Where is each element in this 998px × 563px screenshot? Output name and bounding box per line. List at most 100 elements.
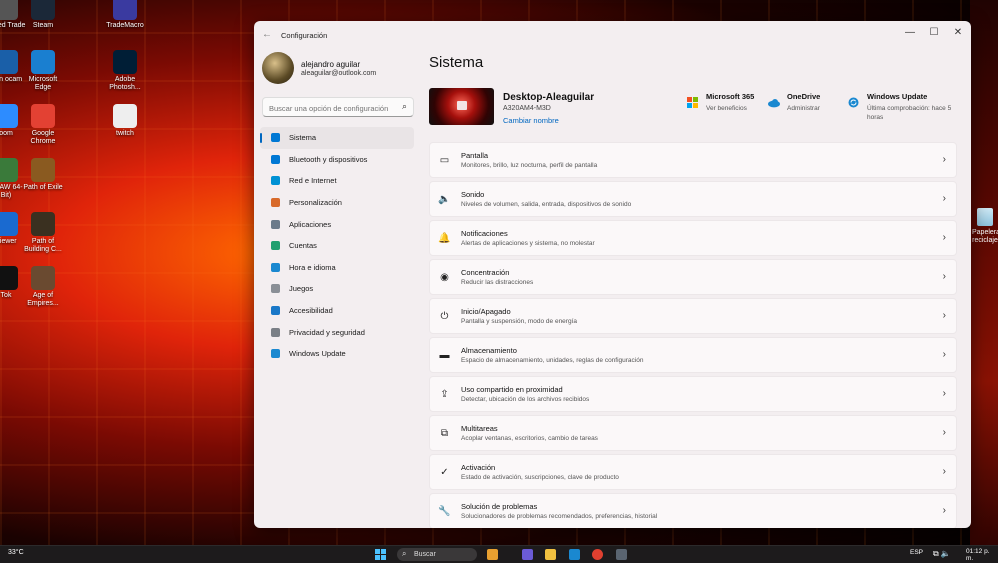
desktop-icon[interactable]: Steam xyxy=(23,0,63,30)
chevron-right-icon: › xyxy=(942,466,946,477)
card-title: Pantalla xyxy=(461,151,489,160)
card-subtitle: Espacio de almacenamiento, unidades, reg… xyxy=(461,357,644,364)
desktop-icon[interactable]: Age of Empires... xyxy=(23,266,63,308)
settings-card[interactable]: ▭ Pantalla Monitores, brillo, luz nocturna… xyxy=(429,142,957,178)
sidebar-item-label: Personalización xyxy=(289,198,342,208)
sidebar-item-windows-update[interactable]: Windows Update xyxy=(260,343,414,365)
search-input[interactable] xyxy=(263,100,393,117)
sidebar-item-sistema[interactable]: Sistema xyxy=(260,127,414,149)
search-icon[interactable]: ⌕ xyxy=(402,101,407,112)
weather-widget[interactable]: 33°C xyxy=(8,549,24,556)
multitask-icon: ⧉ xyxy=(440,428,449,439)
back-arrow-icon[interactable]: ← xyxy=(262,29,272,40)
settings-card[interactable]: 🔧 Solución de problemas Solucionadores de … xyxy=(429,493,957,528)
settings-card[interactable]: ⧉ Multitareas Acoplar ventanas, escritorio… xyxy=(429,415,957,451)
bluetooth-icon xyxy=(269,153,281,165)
desktop-icon[interactable]: twitch xyxy=(105,104,145,138)
system-tray-icons[interactable]: ⧉🔈 xyxy=(933,549,953,559)
maximize-button[interactable]: ☐ xyxy=(922,26,946,40)
desktop-icon[interactable]: TradeMacro xyxy=(105,0,145,30)
sidebar-item-hora-e-idioma[interactable]: Hora e idioma xyxy=(260,257,414,279)
desktop-icon[interactable]: Path of Building C... xyxy=(23,212,63,254)
search-box: ⌕ xyxy=(262,97,414,117)
desktop-icon-label: Adobe Photosh... xyxy=(109,76,141,91)
desktop-icon-image xyxy=(31,158,55,182)
settings-card[interactable]: ▬ Almacenamiento Espacio de almacenamiento… xyxy=(429,337,957,373)
desktop-icon-image xyxy=(31,104,55,128)
desktop-icon-label: Microsoft Edge xyxy=(28,76,58,91)
mail-icon[interactable] xyxy=(569,549,580,560)
file-explorer-icon[interactable] xyxy=(545,549,556,560)
taskbar-search[interactable]: ⌕ Buscar xyxy=(397,548,477,561)
check-circle-icon: ✓ xyxy=(440,467,449,478)
desktop-icon-label: Age of Empires... xyxy=(27,292,59,307)
settings-gear-icon[interactable] xyxy=(616,549,627,560)
chevron-right-icon: › xyxy=(942,427,946,438)
apps-icon xyxy=(269,218,281,230)
card-subtitle: Alertas de aplicaciones y sistema, no mo… xyxy=(461,240,595,247)
sidebar-item-label: Cuentas xyxy=(289,241,317,251)
start-button-icon[interactable] xyxy=(375,549,386,560)
monitor-icon xyxy=(269,132,281,144)
update-icon xyxy=(848,95,859,108)
desktop-icon[interactable]: Microsoft Edge xyxy=(23,50,63,92)
service-sub: Última comprobación: hace 5 horas xyxy=(867,105,952,121)
desktop-icon[interactable]: Path of Exile xyxy=(23,158,63,192)
close-button[interactable]: ✕ xyxy=(946,26,970,40)
card-title: Multitareas xyxy=(461,424,498,433)
minimize-button[interactable]: — xyxy=(898,26,922,40)
language-indicator[interactable]: ESP xyxy=(910,549,923,556)
card-title: Uso compartido en proximidad xyxy=(461,385,563,394)
settings-card[interactable]: ✓ Activación Estado de activación, suscrip… xyxy=(429,454,957,490)
clock[interactable]: 01:12 p. m. xyxy=(966,548,998,562)
desktop-icon-label: twitch xyxy=(116,130,134,137)
settings-card[interactable]: 🔔 Notificaciones Alertas de aplicaciones y… xyxy=(429,220,957,256)
avatar[interactable] xyxy=(262,52,294,84)
desktop-icon-image xyxy=(31,0,55,20)
sidebar-item-aplicaciones[interactable]: Aplicaciones xyxy=(260,213,414,235)
recycle-bin-icon[interactable]: Papelera reciclaje xyxy=(972,208,998,245)
taskbar-app-icon[interactable] xyxy=(522,549,533,560)
card-title: Concentración xyxy=(461,268,510,277)
chrome-icon[interactable] xyxy=(592,549,603,560)
focus-icon: ◉ xyxy=(440,272,449,283)
sidebar-item-label: Accesibilidad xyxy=(289,306,333,316)
person-icon xyxy=(269,240,281,252)
sidebar-item-label: Aplicaciones xyxy=(289,219,332,229)
taskbar-app-icon[interactable] xyxy=(487,549,498,560)
wallpaper-right-strip xyxy=(970,0,998,545)
desktop-icon-label: Steam xyxy=(32,22,54,29)
service-title: Microsoft 365 xyxy=(706,92,755,101)
card-subtitle: Estado de activación, suscripciones, cla… xyxy=(461,474,619,481)
sidebar-item-personalización[interactable]: Personalización xyxy=(260,192,414,214)
desktop-icon-image xyxy=(0,0,18,20)
sidebar-item-red-e-internet[interactable]: Red e Internet xyxy=(260,170,414,192)
service-title: OneDrive xyxy=(787,92,821,101)
sidebar-item-cuentas[interactable]: Cuentas xyxy=(260,235,414,257)
settings-card[interactable]: 🔈 Sonido Niveles de volumen, salida, entra… xyxy=(429,181,957,217)
settings-card[interactable]: ⇪ Uso compartido en proximidad Detectar, u… xyxy=(429,376,957,412)
sidebar-item-juegos[interactable]: Juegos xyxy=(260,278,414,300)
service-title: Windows Update xyxy=(867,92,928,101)
desktop-icon[interactable]: Adobe Photosh... xyxy=(105,50,145,92)
search-icon: ⌕ xyxy=(402,549,407,558)
sidebar-item-privacidad-y-seguridad[interactable]: Privacidad y seguridad xyxy=(260,321,414,343)
sidebar-item-accesibilidad[interactable]: Accesibilidad xyxy=(260,300,414,322)
device-model: A320AM4-M3D xyxy=(503,105,551,112)
settings-card[interactable]: ⏻ Inicio/Apagado Pantalla y suspensión, mo… xyxy=(429,298,957,334)
desktop-icon[interactable]: Google Chrome xyxy=(23,104,63,146)
settings-card[interactable]: ◉ Concentración Reducir las distracciones › xyxy=(429,259,957,295)
card-subtitle: Niveles de volumen, salida, entrada, dis… xyxy=(461,201,632,208)
sidebar-item-bluetooth-y-dispositivos[interactable]: Bluetooth y dispositivos xyxy=(260,149,414,171)
wrench-icon: 🔧 xyxy=(438,506,451,517)
taskbar-search-label: Buscar xyxy=(414,551,436,558)
chevron-right-icon: › xyxy=(942,388,946,399)
card-title: Inicio/Apagado xyxy=(461,307,511,316)
rename-link[interactable]: Cambiar nombre xyxy=(503,116,559,125)
desktop-icon-label: Google Chrome xyxy=(30,130,56,145)
user-name: alejandro aguilar xyxy=(301,60,361,69)
wifi-icon xyxy=(269,175,281,187)
accessibility-icon xyxy=(269,305,281,317)
card-subtitle: Monitores, brillo, luz nocturna, perfil … xyxy=(461,162,598,169)
card-title: Activación xyxy=(461,463,496,472)
